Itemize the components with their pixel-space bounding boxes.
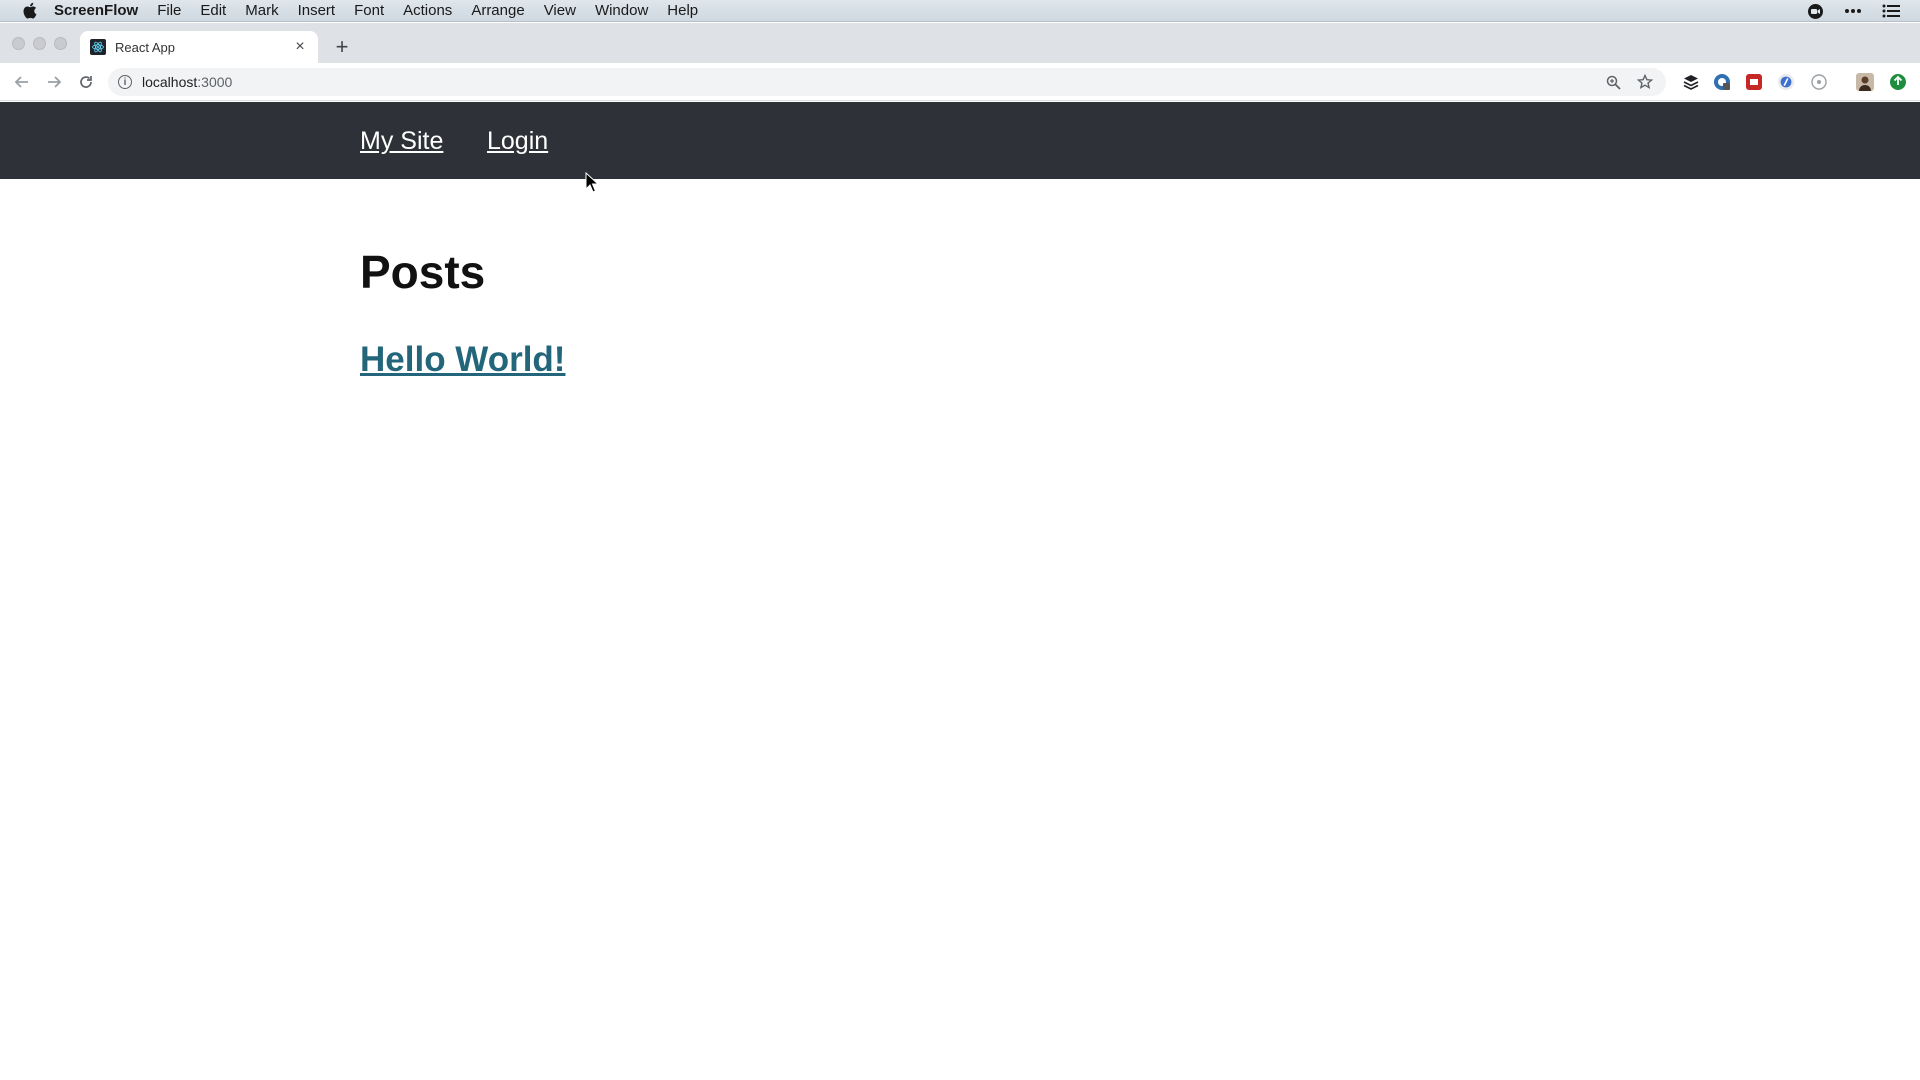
close-window-button[interactable] (12, 37, 25, 50)
update-icon[interactable] (1889, 73, 1907, 91)
menu-file[interactable]: File (157, 2, 181, 19)
nav-link-login[interactable]: Login (487, 127, 548, 156)
menu-window[interactable]: Window (595, 2, 648, 19)
profile-avatar[interactable] (1856, 73, 1874, 91)
minimize-window-button[interactable] (33, 37, 46, 50)
nav-link-my-site[interactable]: My Site (360, 127, 443, 156)
site-header: My Site Login (0, 102, 1920, 179)
zoom-icon[interactable] (1604, 73, 1622, 91)
extension-icon-2[interactable] (1745, 73, 1763, 91)
url-port: :3000 (197, 74, 233, 90)
more-icon[interactable] (1844, 8, 1862, 14)
menu-edit[interactable]: Edit (200, 2, 226, 19)
new-tab-button[interactable]: + (330, 34, 354, 59)
menu-app-name[interactable]: ScreenFlow (54, 2, 138, 19)
menu-font[interactable]: Font (354, 2, 384, 19)
reload-icon[interactable] (72, 68, 100, 96)
list-icon[interactable] (1882, 4, 1900, 18)
back-icon[interactable] (8, 68, 36, 96)
extension-icon-3[interactable] (1777, 73, 1795, 91)
screen-record-icon[interactable] (1807, 3, 1824, 20)
react-favicon-icon (90, 39, 106, 55)
url-host: localhost (142, 74, 198, 90)
layers-icon[interactable] (1682, 73, 1700, 91)
browser-tabstrip: React App × + (0, 23, 1920, 63)
apple-icon[interactable] (20, 2, 38, 20)
macos-menubar: ScreenFlow File Edit Mark Insert Font Ac… (0, 0, 1920, 22)
extension-icon-4[interactable] (1810, 73, 1828, 91)
zoom-window-button[interactable] (54, 37, 67, 50)
address-bar[interactable]: i localhost:3000 (108, 68, 1666, 96)
window-controls (12, 37, 67, 50)
forward-icon[interactable] (40, 68, 68, 96)
menu-mark[interactable]: Mark (245, 2, 278, 19)
post-link[interactable]: Hello World! (360, 340, 565, 380)
page-title: Posts (360, 246, 486, 298)
browser-tab[interactable]: React App × (80, 31, 318, 63)
browser-toolbar: i localhost:3000 (0, 63, 1920, 101)
menu-actions[interactable]: Actions (403, 2, 452, 19)
tab-close-icon[interactable]: × (292, 38, 308, 55)
site-info-icon[interactable]: i (118, 75, 132, 89)
bookmark-star-icon[interactable] (1636, 73, 1654, 91)
menu-insert[interactable]: Insert (298, 2, 336, 19)
menu-view[interactable]: View (544, 2, 576, 19)
tab-title: React App (115, 39, 175, 55)
menubar-status-area (1807, 0, 1900, 22)
mouse-cursor-icon (585, 172, 599, 193)
extension-icon-1[interactable] (1713, 73, 1731, 91)
menu-arrange[interactable]: Arrange (471, 2, 524, 19)
menu-help[interactable]: Help (667, 2, 698, 19)
